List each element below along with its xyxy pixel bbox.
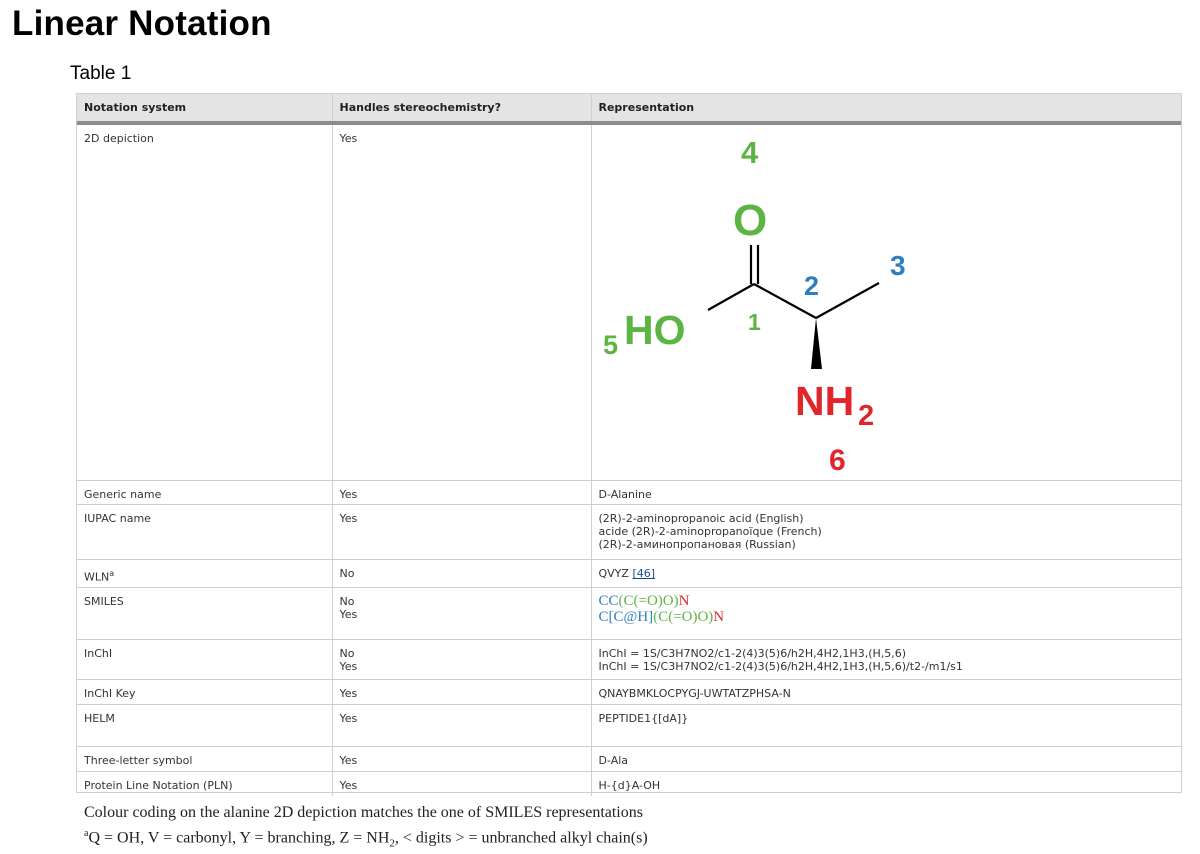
notation-table: Notation system Handles stereochemistry?… [76, 93, 1182, 797]
smiles-amine-part: N [678, 592, 690, 609]
table-row: SMILES No Yes CC(C(=O)O)N C[C@H](C(=O)O)… [77, 586, 1181, 640]
row-stereo: Yes [332, 504, 592, 560]
atom-label-ho: HO [624, 307, 686, 353]
alanine-structure-image: 4 O 3 2 1 5 HO NH 2 6 [603, 135, 906, 477]
smiles-carboxyl-part: (C(=O)O) [653, 608, 714, 625]
row-representation: CC(C(=O)O)N C[C@H](C(=O)O)N [591, 586, 1181, 640]
row-system: IUPAC name [77, 504, 333, 560]
inchi-line-1: InChI = 1S/C3H7NO2/c1-2(4)3(5)6/h2H,4H2,… [598, 646, 907, 660]
header-representation: Representation [591, 94, 1181, 125]
header-handles-stereo: Handles stereochemistry? [332, 94, 592, 125]
row-representation: H-{d}A-OH [591, 770, 1181, 797]
table-row: Protein Line Notation (PLN) Yes H-{d}A-O… [77, 770, 1181, 797]
row-representation: InChI = 1S/C3H7NO2/c1-2(4)3(5)6/h2H,4H2,… [591, 638, 1181, 680]
wln-footnote-text-end: , < digits > = unbranched alkyl chain(s) [394, 829, 648, 847]
atom-label-6: 6 [829, 444, 846, 477]
row-stereo: Yes [332, 123, 592, 481]
wln-footnote-text: Q = OH, V = carbonyl, Y = branching, Z =… [88, 829, 390, 847]
table-row: InChI No Yes InChI = 1S/C3H7NO2/c1-2(4)3… [77, 638, 1181, 680]
generic-name-text: -Alanine [606, 488, 652, 501]
atom-label-nh-subscript: 2 [858, 400, 874, 432]
row-system: SMILES [77, 586, 333, 640]
atom-label-nh: NH [795, 378, 854, 424]
row-representation: (2R)-2-aminopropanoic acid (English) aci… [591, 504, 1181, 560]
row-stereo: No [332, 559, 592, 588]
row-stereo: Yes [332, 703, 592, 747]
atom-label-2: 2 [804, 271, 819, 301]
iupac-russian: (2R)-2-аминопропановая (Russian) [598, 538, 796, 551]
row-representation: D-Ala [591, 745, 1181, 772]
colour-coding-footnote: Colour coding on the alanine 2D depictio… [84, 804, 643, 821]
row-system: Three-letter symbol [77, 745, 333, 772]
table-row: 2D depiction Yes 4 O 3 2 1 5 HO NH 2 6 [77, 123, 1181, 481]
page-title: Linear Notation [12, 4, 272, 43]
row-stereo: Yes [332, 480, 592, 505]
stereo-yes: Yes [339, 659, 358, 673]
row-stereo: Yes [332, 745, 592, 772]
smiles-amine-part: N [713, 608, 725, 625]
row-representation: D-Alanine [591, 480, 1181, 505]
table-row: WLNa No QVYZ [46] [77, 559, 1181, 588]
atom-label-4: 4 [741, 135, 759, 170]
wln-superscript: a [109, 569, 115, 578]
row-representation: PEPTIDE1{[dA]} [591, 703, 1181, 747]
smiles-methyl-part: C[C@H] [598, 608, 654, 625]
row-system: WLNa [77, 559, 333, 588]
atom-label-5: 5 [603, 330, 618, 360]
table-row: Three-letter symbol Yes D-Ala [77, 745, 1181, 772]
row-system: Protein Line Notation (PLN) [77, 770, 333, 797]
small-caps-d: D [598, 488, 607, 501]
atom-label-o: O [733, 196, 767, 245]
wln-label: WLN [84, 570, 110, 584]
atom-label-3: 3 [890, 250, 906, 281]
wln-value: QVYZ [598, 567, 633, 580]
atom-label-1: 1 [748, 309, 761, 335]
table-row: InChI Key Yes QNAYBMKLOCPYGJ-UWTATZPHSA-… [77, 678, 1181, 705]
row-stereo: Yes [332, 770, 592, 797]
stereo-no: No [339, 594, 355, 608]
row-representation: QVYZ [46] [591, 559, 1181, 588]
row-system: InChI Key [77, 678, 333, 705]
header-row: Notation system Handles stereochemistry?… [77, 94, 1181, 125]
row-system: HELM [77, 703, 333, 747]
header-notation-system: Notation system [77, 94, 333, 125]
reference-link[interactable]: [46] [632, 567, 655, 580]
row-stereo: No Yes [332, 586, 592, 640]
row-representation: QNAYBMKLOCPYGJ-UWTATZPHSA-N [591, 678, 1181, 705]
smiles-line-1: CC(C(=O)O)N [599, 593, 1175, 609]
smiles-line-2: C[C@H](C(=O)O)N [599, 609, 1175, 625]
row-system: Generic name [77, 480, 333, 505]
row-stereo: Yes [332, 678, 592, 705]
table-row: Generic name Yes D-Alanine [77, 480, 1181, 505]
stereo-no: No [339, 646, 355, 660]
row-system: 2D depiction [77, 123, 333, 481]
iupac-english: (2R)-2-aminopropanoic acid (English) [598, 512, 804, 525]
row-stereo: No Yes [332, 638, 592, 680]
smiles-carboxyl-part: (C(=O)O) [618, 592, 679, 609]
stereo-yes: Yes [339, 607, 358, 621]
smiles-methyl-part: CC [598, 592, 619, 609]
inchi-line-2: InChI = 1S/C3H7NO2/c1-2(4)3(5)6/h2H,4H2,… [598, 659, 963, 673]
wln-footnote: aQ = OH, V = carbonyl, Y = branching, Z … [84, 828, 648, 850]
iupac-french: acide (2R)-2-aminopropanoïque (French) [598, 525, 822, 538]
row-system: InChI [77, 638, 333, 680]
row-representation: 4 O 3 2 1 5 HO NH 2 6 [591, 123, 1181, 481]
table-caption: Table 1 [70, 63, 132, 84]
table-row: HELM Yes PEPTIDE1{[dA]} [77, 703, 1181, 747]
table-row: IUPAC name Yes (2R)-2-aminopropanoic aci… [77, 504, 1181, 560]
